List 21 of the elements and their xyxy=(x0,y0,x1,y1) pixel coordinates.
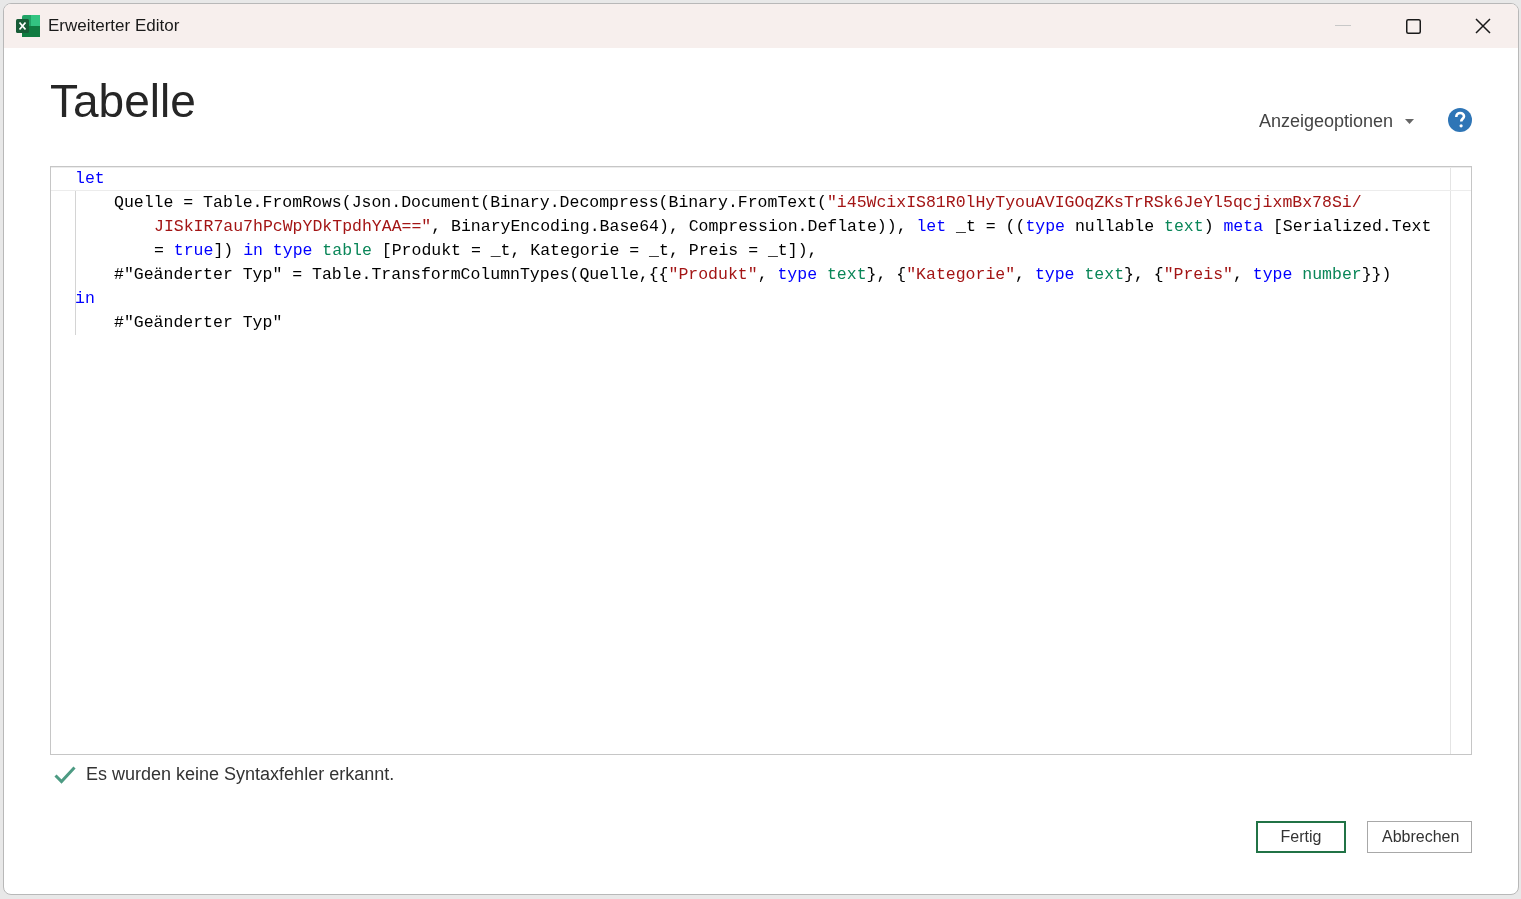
cancel-button[interactable]: Abbrechen xyxy=(1367,821,1472,853)
minimize-icon xyxy=(1335,25,1351,27)
caret-icon xyxy=(1405,119,1414,124)
code-line: = true]) in type table [Produkt = _t, Kategorie = _t, Preis = _t]), xyxy=(153,240,818,262)
code-line: in xyxy=(74,288,95,310)
code-line: #"Geänderter Typ" xyxy=(113,312,283,334)
close-icon xyxy=(1475,18,1491,34)
code-line: #"Geänderter Typ" = Table.TransformColumnTypes(Quelle,{{"Produkt", type text}, {"Kategorie", type text}, {"Preis", type number}}) xyxy=(113,264,1392,286)
code-editor[interactable] xyxy=(50,166,1472,755)
help-icon[interactable] xyxy=(1448,108,1472,132)
done-button[interactable]: Fertig xyxy=(1256,821,1346,853)
code-line: JISkIR7au7hPcWpYDkTpdhYAA==", BinaryEncoding.Base64), Compression.Deflate)), let _t = ((type nullable text) meta [Serialized.Text xyxy=(153,216,1432,238)
code-line: let xyxy=(74,168,105,190)
maximize-icon xyxy=(1405,18,1421,34)
window-title: Erweiterter Editor xyxy=(48,15,180,38)
checkmark-icon xyxy=(54,765,76,784)
spreadsheet-app-icon xyxy=(16,15,40,37)
page-heading: Tabelle xyxy=(50,78,196,124)
display-options-dropdown[interactable]: Anzeigeoptionen xyxy=(1258,108,1414,135)
status-message: Es wurden keine Syntaxfehler erkannt. xyxy=(86,763,395,786)
code-line: Quelle = Table.FromRows(Json.Document(Binary.Decompress(Binary.FromText("i45WcixIS81R0lHyTyouAVIGOqZKsTrRSk6JeYl5qcjixmBx78Si/ xyxy=(113,192,1362,214)
